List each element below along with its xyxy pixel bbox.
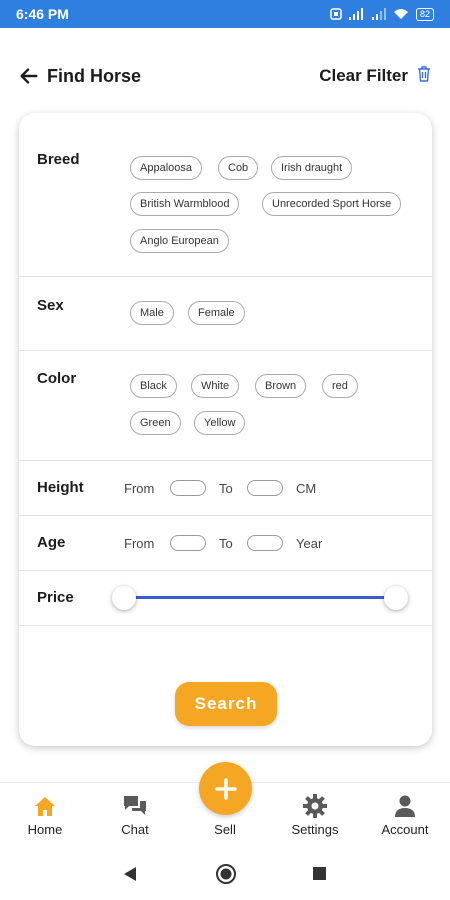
system-back-icon[interactable] (123, 866, 137, 882)
trash-icon (416, 65, 432, 88)
price-slider-max-thumb[interactable] (384, 586, 408, 610)
system-nav-bar (0, 848, 450, 900)
color-label: Color (37, 370, 77, 387)
plus-icon (214, 777, 237, 800)
height-section: Height From To CM (19, 461, 432, 516)
sex-chip-male[interactable]: Male (130, 301, 174, 325)
signal-icon (348, 8, 363, 20)
price-slider-track[interactable] (124, 596, 396, 599)
color-chip-white[interactable]: White (191, 374, 240, 398)
age-from-label: From (124, 536, 155, 551)
signal-icon-2 (371, 8, 386, 20)
nav-settings[interactable]: Settings (280, 793, 350, 837)
height-to-label: To (219, 481, 233, 496)
breed-chip-unrecorded-sport-horse[interactable]: Unrecorded Sport Horse (262, 192, 402, 216)
nav-account-label: Account (381, 822, 429, 837)
breed-chip-british-warmblood[interactable]: British Warmblood (130, 192, 240, 216)
page-title: Find Horse (47, 65, 142, 86)
nav-settings-label: Settings (291, 822, 339, 837)
sell-fab-button[interactable] (199, 762, 252, 815)
breed-chip-anglo-european[interactable]: Anglo European (130, 229, 229, 253)
filter-card: Breed Appaloosa Cob Irish draught Britis… (19, 113, 432, 746)
system-recents-icon[interactable] (313, 867, 326, 880)
breed-section: Breed Appaloosa Cob Irish draught Britis… (19, 113, 432, 277)
height-to-input[interactable] (247, 480, 283, 496)
color-chip-yellow[interactable]: Yellow (194, 411, 246, 435)
sex-label: Sex (37, 297, 64, 314)
clear-filter-label: Clear Filter (319, 66, 408, 85)
age-unit-label: Year (296, 536, 323, 551)
system-home-icon[interactable] (215, 863, 237, 885)
height-from-label: From (124, 481, 155, 496)
nav-chat[interactable]: Chat (100, 793, 170, 837)
nav-chat-label: Chat (121, 822, 149, 837)
color-chip-black[interactable]: Black (130, 374, 177, 398)
clear-filter-button[interactable]: Clear Filter (319, 65, 432, 88)
chat-icon (124, 796, 146, 815)
sex-section: Sex Male Female (19, 277, 432, 351)
status-icons: 82 (330, 7, 434, 21)
nav-sell-label: Sell (214, 822, 236, 837)
breed-label: Breed (37, 151, 80, 168)
battery-indicator: 82 (415, 7, 434, 21)
color-chip-green[interactable]: Green (130, 411, 181, 435)
header: Find Horse Clear Filter (0, 58, 450, 94)
age-from-input[interactable] (170, 535, 206, 551)
price-label: Price (37, 589, 74, 606)
nav-home[interactable]: Home (10, 793, 80, 837)
age-to-label: To (219, 536, 233, 551)
arrow-left-icon (20, 68, 38, 84)
sex-chip-female[interactable]: Female (188, 301, 245, 325)
breed-chip-appaloosa[interactable]: Appaloosa (130, 156, 202, 180)
color-chip-brown[interactable]: Brown (255, 374, 307, 398)
status-time: 6:46 PM (16, 6, 69, 22)
price-slider-min-thumb[interactable] (112, 586, 136, 610)
height-unit-label: CM (296, 481, 317, 496)
color-chip-red[interactable]: red (322, 374, 358, 398)
person-icon (395, 795, 415, 817)
nav-home-label: Home (27, 822, 63, 837)
status-bar: 6:46 PM 82 (0, 0, 450, 28)
gear-icon (303, 794, 327, 818)
age-label: Age (37, 534, 66, 551)
breed-chip-irish-draught[interactable]: Irish draught (271, 156, 353, 180)
nav-account[interactable]: Account (370, 793, 440, 837)
vpn-icon (330, 8, 342, 20)
breed-chip-cob[interactable]: Cob (218, 156, 259, 180)
age-section: Age From To Year (19, 516, 432, 571)
back-button[interactable] (18, 65, 40, 87)
height-from-input[interactable] (170, 480, 206, 496)
age-to-input[interactable] (247, 535, 283, 551)
home-icon (35, 797, 55, 816)
search-button[interactable]: Search (175, 682, 277, 726)
height-label: Height (37, 479, 84, 496)
wifi-icon (393, 9, 408, 19)
color-section: Color Black White Brown red Green Yellow (19, 351, 432, 461)
